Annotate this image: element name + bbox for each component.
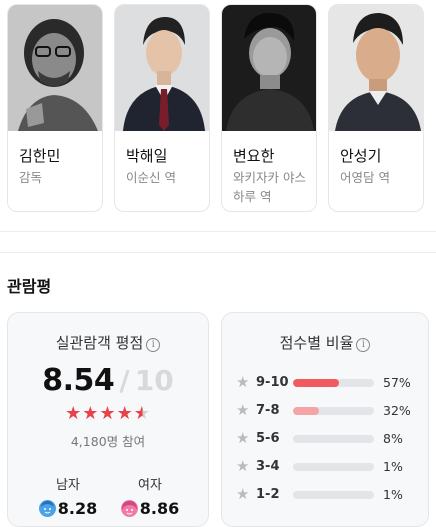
percent-label: 1% (383, 459, 403, 474)
cast-card-director[interactable]: 김한민 감독 (7, 4, 103, 212)
cast-card-actor[interactable]: 변요한 와키자카 야스하루 역 (221, 4, 317, 212)
audience-rating-heading: 실관람객 평점 i (8, 332, 208, 353)
rating-star: ★ (133, 403, 151, 424)
star-icon: ★ (236, 457, 250, 475)
bar-fill (293, 407, 319, 415)
rating-star: ★ (65, 403, 83, 424)
cast-photo (329, 5, 423, 131)
star-icon: ★ (236, 429, 250, 447)
female-label: 여자 (138, 478, 162, 493)
cast-role: 이순신 역 (126, 170, 176, 185)
cast-name: 김한민 (19, 147, 61, 165)
cast-name: 변요한 (233, 147, 275, 165)
cast-photo (115, 5, 209, 131)
cast-card-actor[interactable]: 안성기 어영담 역 (328, 4, 424, 212)
star-icon: ★ (236, 401, 250, 419)
audience-rating-panel: 실관람객 평점 i 8.54 / 10 ★★★★★ 4,180명 참여 남자 8.… (7, 312, 209, 527)
bar-track (293, 491, 374, 499)
info-icon[interactable]: i (356, 338, 371, 352)
score-value: 8.54 (42, 363, 115, 398)
distribution-row: ★ 7-8 32% (236, 401, 416, 421)
male-score: 8.28 (57, 499, 98, 518)
range-label: 7-8 (256, 403, 280, 418)
bar-track (293, 435, 374, 443)
score-max: 10 (134, 364, 174, 397)
bar-fill (293, 463, 294, 471)
participant-count: 4,180명 참여 (70, 434, 146, 449)
cast-photo (8, 5, 102, 131)
female-icon (120, 500, 138, 517)
section-title: 관람평 (7, 277, 52, 296)
distribution-row: ★ 9-10 57% (236, 373, 416, 393)
panel-heading-text: 점수별 비율 (279, 334, 354, 352)
bar-track (293, 379, 374, 387)
cast-role: 와키자카 야스하루 역 (233, 170, 306, 204)
bar-fill (293, 379, 340, 387)
score-distribution-panel: 점수별 비율 i ★ 9-10 57% ★ 7-8 32% ★ 5-6 8% ★ … (221, 312, 429, 527)
percent-label: 1% (383, 487, 403, 502)
female-rating: 여자 8.86 (120, 474, 180, 518)
bar-fill (293, 435, 300, 443)
range-label: 1-2 (256, 487, 280, 502)
cast-name: 안성기 (340, 147, 382, 165)
cast-photo (222, 5, 316, 131)
score-distribution-heading: 점수별 비율 i (222, 332, 428, 353)
male-rating: 남자 8.28 (38, 474, 98, 518)
score-separator: / (119, 364, 130, 397)
male-label: 남자 (56, 478, 80, 493)
cast-name: 박해일 (126, 147, 168, 165)
range-label: 3-4 (256, 459, 280, 474)
female-score: 8.86 (139, 499, 180, 518)
info-icon[interactable]: i (146, 338, 161, 352)
distribution-row: ★ 3-4 1% (236, 457, 416, 477)
star-rating: ★★★★★ (8, 403, 208, 424)
divider (0, 231, 436, 232)
range-label: 9-10 (256, 375, 289, 390)
range-label: 5-6 (256, 431, 280, 446)
percent-label: 8% (383, 431, 403, 446)
bar-fill (293, 491, 294, 499)
bar-track (293, 463, 374, 471)
star-icon: ★ (236, 485, 250, 503)
cast-card-actor[interactable]: 박해일 이순신 역 (114, 4, 210, 212)
rating-star: ★ (82, 403, 100, 424)
bar-track (293, 407, 374, 415)
rating-star: ★ (99, 403, 117, 424)
divider (0, 252, 436, 253)
cast-list: 김한민 감독 박해일 이순신 역 변요한 와키자카 야스하루 역 안성기 어영담… (7, 4, 436, 212)
cast-role: 감독 (19, 170, 43, 185)
percent-label: 57% (383, 375, 411, 390)
rating-star: ★ (116, 403, 134, 424)
average-score: 8.54 / 10 (8, 363, 208, 398)
star-icon: ★ (236, 373, 250, 391)
cast-role: 어영담 역 (340, 170, 390, 185)
distribution-row: ★ 1-2 1% (236, 485, 416, 505)
male-icon (38, 500, 56, 517)
percent-label: 32% (383, 403, 411, 418)
distribution-row: ★ 5-6 8% (236, 429, 416, 449)
panel-heading-text: 실관람객 평점 (55, 334, 144, 352)
